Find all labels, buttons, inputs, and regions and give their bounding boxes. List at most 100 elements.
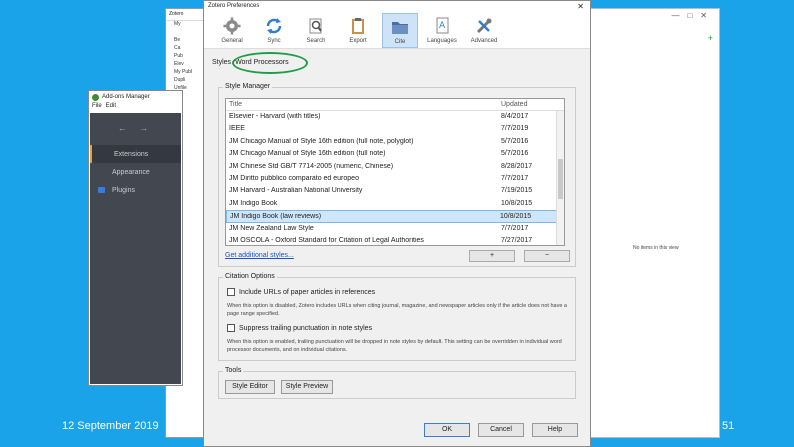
col-title[interactable]: Title <box>229 101 501 108</box>
citation-options-group: Citation Options Include URLs of paper a… <box>218 273 576 361</box>
suppress-punctuation-checkbox[interactable]: Suppress trailing punctuation in note st… <box>227 324 372 332</box>
citation-options-legend: Citation Options <box>223 273 277 280</box>
tab-label: Advanced <box>470 38 498 44</box>
checkbox-box[interactable] <box>227 324 235 332</box>
addons-menubar: File Edit <box>89 103 182 112</box>
add-style-button[interactable]: + <box>469 250 515 262</box>
tab-general[interactable]: General <box>214 13 250 48</box>
scrollbar-thumb[interactable] <box>558 159 563 199</box>
style-list-scrollbar[interactable] <box>556 111 564 245</box>
style-title: JM OSCOLA - Oxford Standard for Citation… <box>229 236 424 244</box>
search-icon <box>306 16 326 36</box>
checkbox-label: Include URLs of paper articles in refere… <box>239 288 376 296</box>
tab-label: Languages <box>427 38 457 44</box>
get-additional-styles-link[interactable]: Get additional styles... <box>225 252 294 259</box>
prefs-title: Zotero Preferences <box>208 3 260 9</box>
table-row[interactable]: JM Indigo Book (law reviews) 10/8/2015 <box>226 210 564 223</box>
zotero-window-title: Zotero <box>166 9 204 21</box>
include-urls-checkbox[interactable]: Include URLs of paper articles in refere… <box>227 288 375 296</box>
style-title: IEEE <box>229 125 245 133</box>
collection-item[interactable] <box>166 29 204 37</box>
tab-cite[interactable]: Cite <box>382 13 418 48</box>
collection-item[interactable]: Ca <box>166 45 204 53</box>
tab-label: Cite <box>394 39 406 45</box>
tools-legend: Tools <box>223 367 244 374</box>
table-row[interactable]: JM Diritto pubblico comparato ed europeo… <box>226 173 564 185</box>
remove-style-button[interactable]: − <box>524 250 570 262</box>
cancel-button[interactable]: Cancel <box>478 423 524 437</box>
tab-label: Sync <box>267 38 281 44</box>
sidebar-item-label: Appearance <box>112 168 150 176</box>
checkbox-label: Suppress trailing punctuation in note st… <box>239 324 373 332</box>
menu-file[interactable]: File <box>92 103 102 112</box>
table-row[interactable]: Elsevier - Harvard (with titles) 8/4/2017 <box>226 111 564 123</box>
col-updated[interactable]: Updated <box>501 101 561 108</box>
add-icon[interactable]: + <box>708 33 713 43</box>
collection-item[interactable]: Pub <box>166 53 204 61</box>
table-row[interactable]: JM OSCOLA - Oxford Standard for Citation… <box>226 235 564 245</box>
table-row[interactable]: JM Indigo Book 10/8/2015 <box>226 198 564 210</box>
style-updated: 7/27/2017 <box>501 236 533 244</box>
subtab-styles[interactable]: Styles <box>212 59 231 66</box>
ok-button[interactable]: OK <box>424 423 470 437</box>
collection-item[interactable]: Elev <box>166 61 204 69</box>
addons-title: Add-ons Manager <box>102 94 150 100</box>
plugin-icon <box>98 187 105 193</box>
style-title: Elsevier - Harvard (with titles) <box>229 113 321 120</box>
style-title: JM Indigo Book (law reviews) <box>230 213 322 220</box>
collection-item[interactable]: My Publ <box>166 69 204 77</box>
style-title: JM Chinese Std GB/T 7714-2005 (numeric, … <box>229 162 394 170</box>
style-updated: 5/7/2016 <box>501 150 529 158</box>
table-row[interactable]: IEEE 7/7/2019 <box>226 123 564 135</box>
style-title: JM Chicago Manual of Style 16th edition … <box>229 137 414 145</box>
tab-sync[interactable]: Sync <box>256 13 292 48</box>
collection-item[interactable]: My <box>166 21 204 29</box>
back-forward-nav[interactable]: ← → <box>90 123 181 133</box>
tab-export[interactable]: Export <box>340 13 376 48</box>
table-row[interactable]: JM Chicago Manual of Style 16th edition … <box>226 148 564 160</box>
table-row[interactable]: JM Chicago Manual of Style 16th edition … <box>226 136 564 148</box>
clipboard-icon <box>348 16 368 36</box>
collection-item[interactable]: Be <box>166 37 204 45</box>
style-updated: 7/7/2017 <box>501 174 529 182</box>
style-preview-button[interactable]: Style Preview <box>281 380 333 394</box>
highlight-ring <box>232 52 308 74</box>
style-updated: 7/7/2017 <box>501 224 529 232</box>
style-manager-legend: Style Manager <box>223 83 273 90</box>
addons-logo-icon <box>92 93 99 101</box>
sidebar-item-plugins[interactable]: Plugins <box>90 181 181 199</box>
collection-item[interactable]: Dupli <box>166 77 204 85</box>
language-icon: A <box>432 16 452 36</box>
window-controls[interactable]: —□✕ <box>671 11 715 20</box>
prefs-title-bar: Zotero Preferences ✕ <box>204 1 590 13</box>
tools-icon <box>474 16 494 36</box>
table-row[interactable]: JM Chinese Std GB/T 7714-2005 (numeric, … <box>226 161 564 173</box>
help-button[interactable]: Help <box>532 423 578 437</box>
sidebar-item-appearance[interactable]: Appearance <box>90 163 181 181</box>
sidebar-item-extensions[interactable]: Extensions <box>90 145 181 163</box>
menu-edit[interactable]: Edit <box>106 103 116 112</box>
table-row[interactable]: JM Harvard - Australian National Univers… <box>226 185 564 197</box>
suppress-punctuation-note: When this option is enabled, trailing pu… <box>227 339 562 353</box>
table-row[interactable]: JM New Zealand Law Style 7/7/2017 <box>226 223 564 235</box>
style-title: JM Chicago Manual of Style 16th edition … <box>229 150 386 158</box>
tab-languages[interactable]: A Languages <box>424 13 460 48</box>
svg-text:A: A <box>439 21 446 31</box>
style-title: JM Diritto pubblico comparato ed europeo <box>229 174 359 182</box>
style-title: JM New Zealand Law Style <box>229 224 314 232</box>
tab-search[interactable]: Search <box>298 13 334 48</box>
style-updated: 8/28/2017 <box>501 162 533 170</box>
style-manager-group: Style Manager Title Updated Elsevier - H… <box>218 83 576 267</box>
close-icon[interactable]: ✕ <box>577 2 584 11</box>
checkbox-box[interactable] <box>227 288 235 296</box>
preferences-dialog: Zotero Preferences ✕ General Sync Search… <box>203 0 591 447</box>
tab-label: Export <box>349 38 367 44</box>
style-list[interactable]: Title Updated Elsevier - Harvard (with t… <box>225 98 565 246</box>
style-updated: 5/7/2016 <box>501 137 529 145</box>
style-editor-button[interactable]: Style Editor <box>225 380 275 394</box>
tab-advanced[interactable]: Advanced <box>466 13 502 48</box>
folder-icon <box>390 17 410 37</box>
style-updated: 7/19/2015 <box>501 187 533 195</box>
style-updated: 7/7/2019 <box>501 125 529 133</box>
sidebar-item-label: Plugins <box>112 186 135 194</box>
